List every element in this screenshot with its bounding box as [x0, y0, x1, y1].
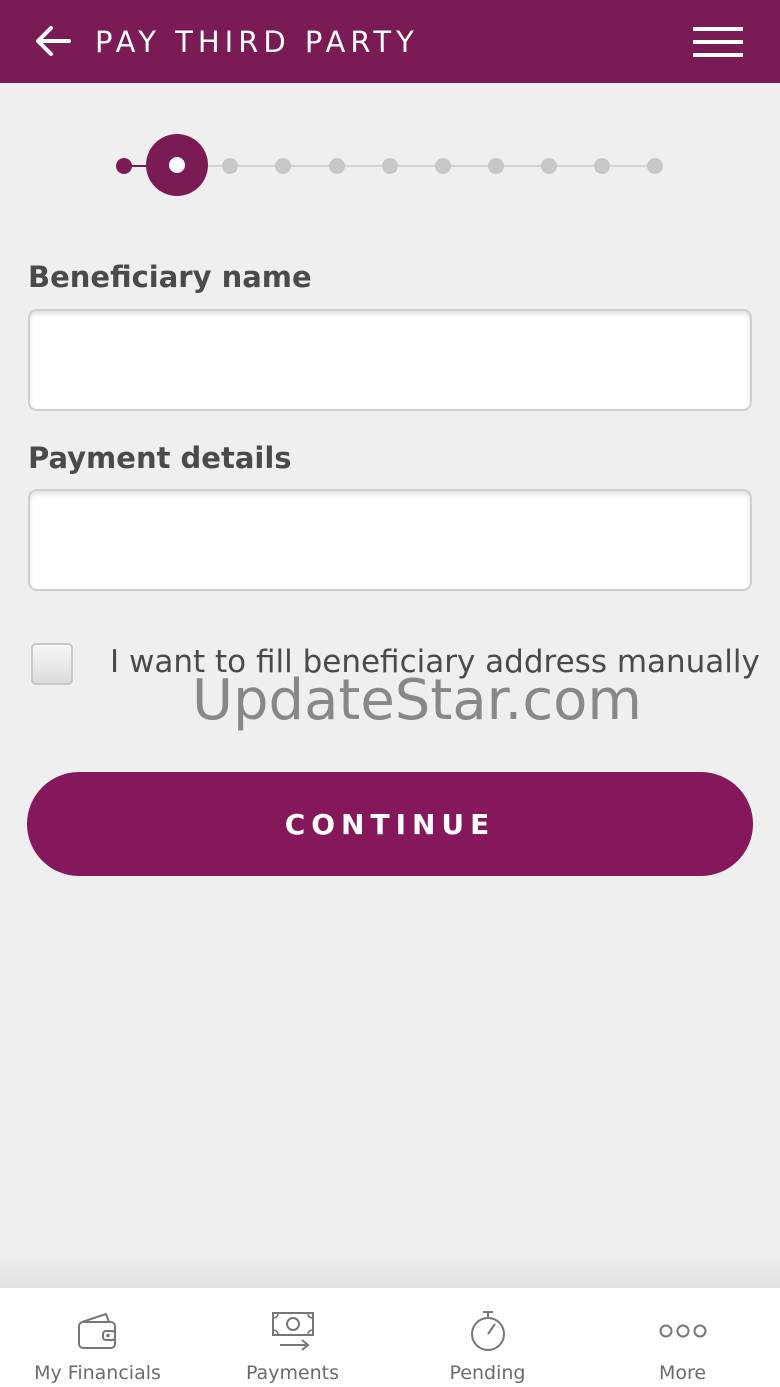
continue-button[interactable]: CONTINUE: [27, 772, 753, 876]
step-dot: [488, 158, 504, 174]
nav-my-financials[interactable]: My Financials: [0, 1288, 195, 1387]
step-dot: [222, 158, 238, 174]
nav-label: Payments: [245, 1362, 340, 1384]
bottom-navigation: My Financials Payments Pending More: [0, 1287, 780, 1387]
step-dot: [647, 158, 663, 174]
beneficiary-name-input[interactable]: [28, 309, 752, 411]
step-dot-completed: [116, 158, 132, 174]
nav-pending[interactable]: Pending: [390, 1288, 585, 1387]
stopwatch-icon: [470, 1311, 505, 1351]
more-dots-icon: [659, 1324, 706, 1338]
payment-details-input[interactable]: [28, 489, 752, 591]
arrow-left-icon: [36, 26, 71, 56]
step-dot: [594, 158, 610, 174]
manual-address-label[interactable]: I want to fill beneficiary address manua…: [110, 644, 760, 680]
step-dot-current: [146, 134, 208, 196]
manual-address-checkbox[interactable]: [31, 643, 73, 685]
wallet-icon: [77, 1312, 116, 1349]
nav-more[interactable]: More: [585, 1288, 780, 1387]
step-dot: [382, 158, 398, 174]
beneficiary-name-label: Beneficiary name: [28, 260, 312, 294]
progress-stepper: [0, 100, 780, 230]
continue-button-label: CONTINUE: [284, 807, 496, 841]
app-header: PAY THIRD PARTY: [0, 0, 780, 83]
nav-label: Pending: [449, 1362, 526, 1384]
back-button[interactable]: [30, 20, 76, 62]
page-title: PAY THIRD PARTY: [95, 25, 419, 59]
money-transfer-icon: [271, 1312, 314, 1351]
bottom-nav-shadow: [0, 1250, 780, 1288]
step-dot: [275, 158, 291, 174]
nav-payments[interactable]: Payments: [195, 1288, 390, 1387]
nav-label: More: [658, 1362, 707, 1384]
step-dot: [435, 158, 451, 174]
step-dot: [329, 158, 345, 174]
step-dot: [541, 158, 557, 174]
menu-button[interactable]: [688, 20, 748, 64]
hamburger-menu-icon: [693, 27, 743, 57]
payment-details-label: Payment details: [28, 441, 292, 475]
nav-label: My Financials: [34, 1362, 161, 1384]
